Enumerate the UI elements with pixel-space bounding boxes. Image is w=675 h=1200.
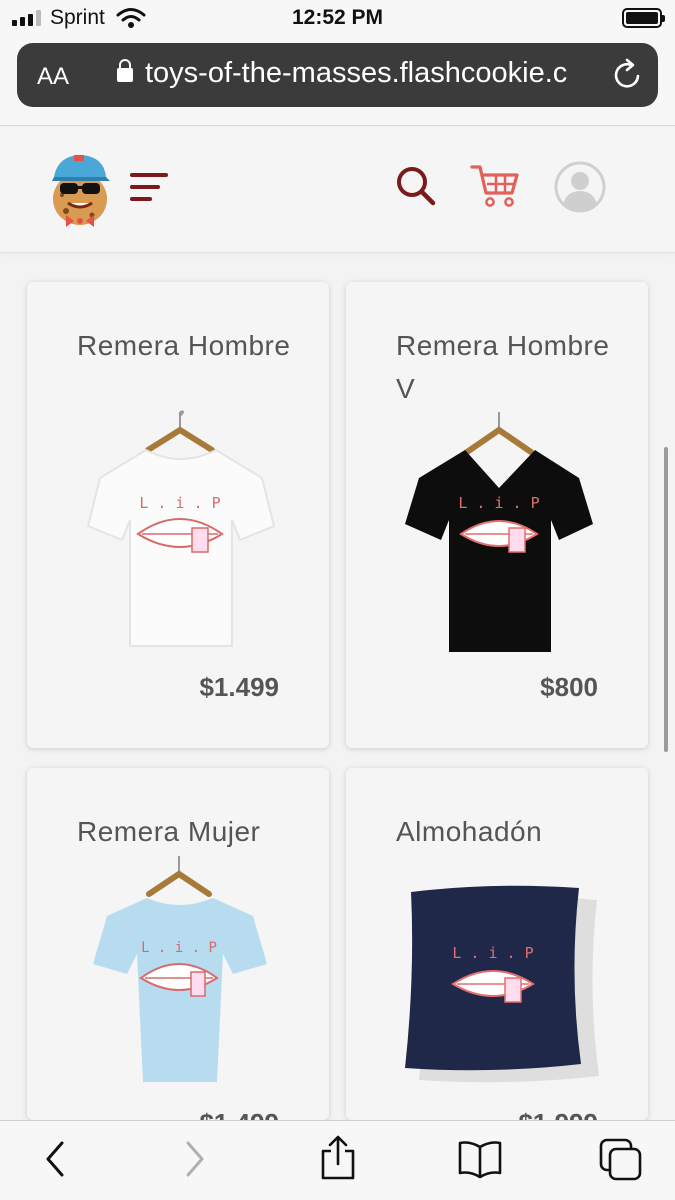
product-price: $800 bbox=[540, 672, 598, 702]
lock-icon bbox=[117, 59, 133, 82]
share-icon[interactable] bbox=[318, 1135, 358, 1181]
back-icon[interactable] bbox=[42, 1139, 68, 1179]
product-title[interactable]: Remera Mujer bbox=[77, 810, 307, 853]
product-card[interactable]: Remera Hombre L . i . P $1.499 bbox=[27, 282, 329, 748]
cookie-mascot-logo[interactable] bbox=[48, 147, 114, 229]
reload-icon[interactable] bbox=[612, 57, 644, 91]
product-price: $1.499 bbox=[199, 672, 279, 702]
product-title[interactable]: Remera Hombre V bbox=[396, 324, 626, 410]
product-card[interactable]: Almohadón L . i . P $1.999 bbox=[346, 768, 648, 1120]
cart-icon[interactable] bbox=[470, 163, 520, 209]
print-text: L . i . P bbox=[139, 494, 220, 512]
navy-pillow-image: L . i . P bbox=[405, 885, 599, 1083]
tabs-icon[interactable] bbox=[598, 1137, 644, 1183]
black-vneck-tshirt-image: L . i . P bbox=[405, 412, 593, 652]
product-title[interactable]: Almohadón bbox=[396, 810, 626, 853]
print-text: L . i . P bbox=[452, 944, 533, 962]
print-text: L . i . P bbox=[458, 494, 539, 512]
site-header bbox=[0, 127, 675, 253]
url-text[interactable]: toys-of-the-masses.flashcookie.c bbox=[145, 57, 600, 90]
product-card[interactable]: Remera Mujer L . i . P $1.499 bbox=[27, 768, 329, 1120]
bookmarks-icon[interactable] bbox=[456, 1139, 504, 1179]
light-blue-tshirt-image: L . i . P bbox=[93, 856, 267, 1082]
user-icon[interactable] bbox=[553, 160, 607, 214]
clock: 12:52 PM bbox=[291, 6, 384, 29]
menu-icon[interactable] bbox=[130, 171, 170, 205]
forward-icon[interactable] bbox=[182, 1139, 208, 1179]
product-title[interactable]: Remera Hombre bbox=[77, 324, 307, 367]
text-size-button[interactable]: AA bbox=[37, 63, 69, 91]
product-price: $1.499 bbox=[199, 1108, 279, 1120]
product-card[interactable]: Remera Hombre V L . i . P $800 bbox=[346, 282, 648, 748]
scroll-indicator[interactable] bbox=[664, 447, 668, 752]
browser-toolbar bbox=[0, 1120, 675, 1200]
browser-address-area: AA toys-of-the-masses.flashcookie.c bbox=[0, 40, 675, 126]
status-bar: Sprint 12:52 PM bbox=[0, 0, 675, 40]
white-tshirt-image: L . i . P bbox=[86, 410, 276, 647]
search-icon[interactable] bbox=[395, 165, 437, 207]
address-bar[interactable]: AA toys-of-the-masses.flashcookie.c bbox=[17, 43, 658, 107]
text-size-label: AA bbox=[37, 63, 70, 90]
print-text: L . i . P bbox=[141, 940, 217, 956]
product-price: $1.999 bbox=[518, 1108, 598, 1120]
battery-icon bbox=[622, 8, 665, 28]
